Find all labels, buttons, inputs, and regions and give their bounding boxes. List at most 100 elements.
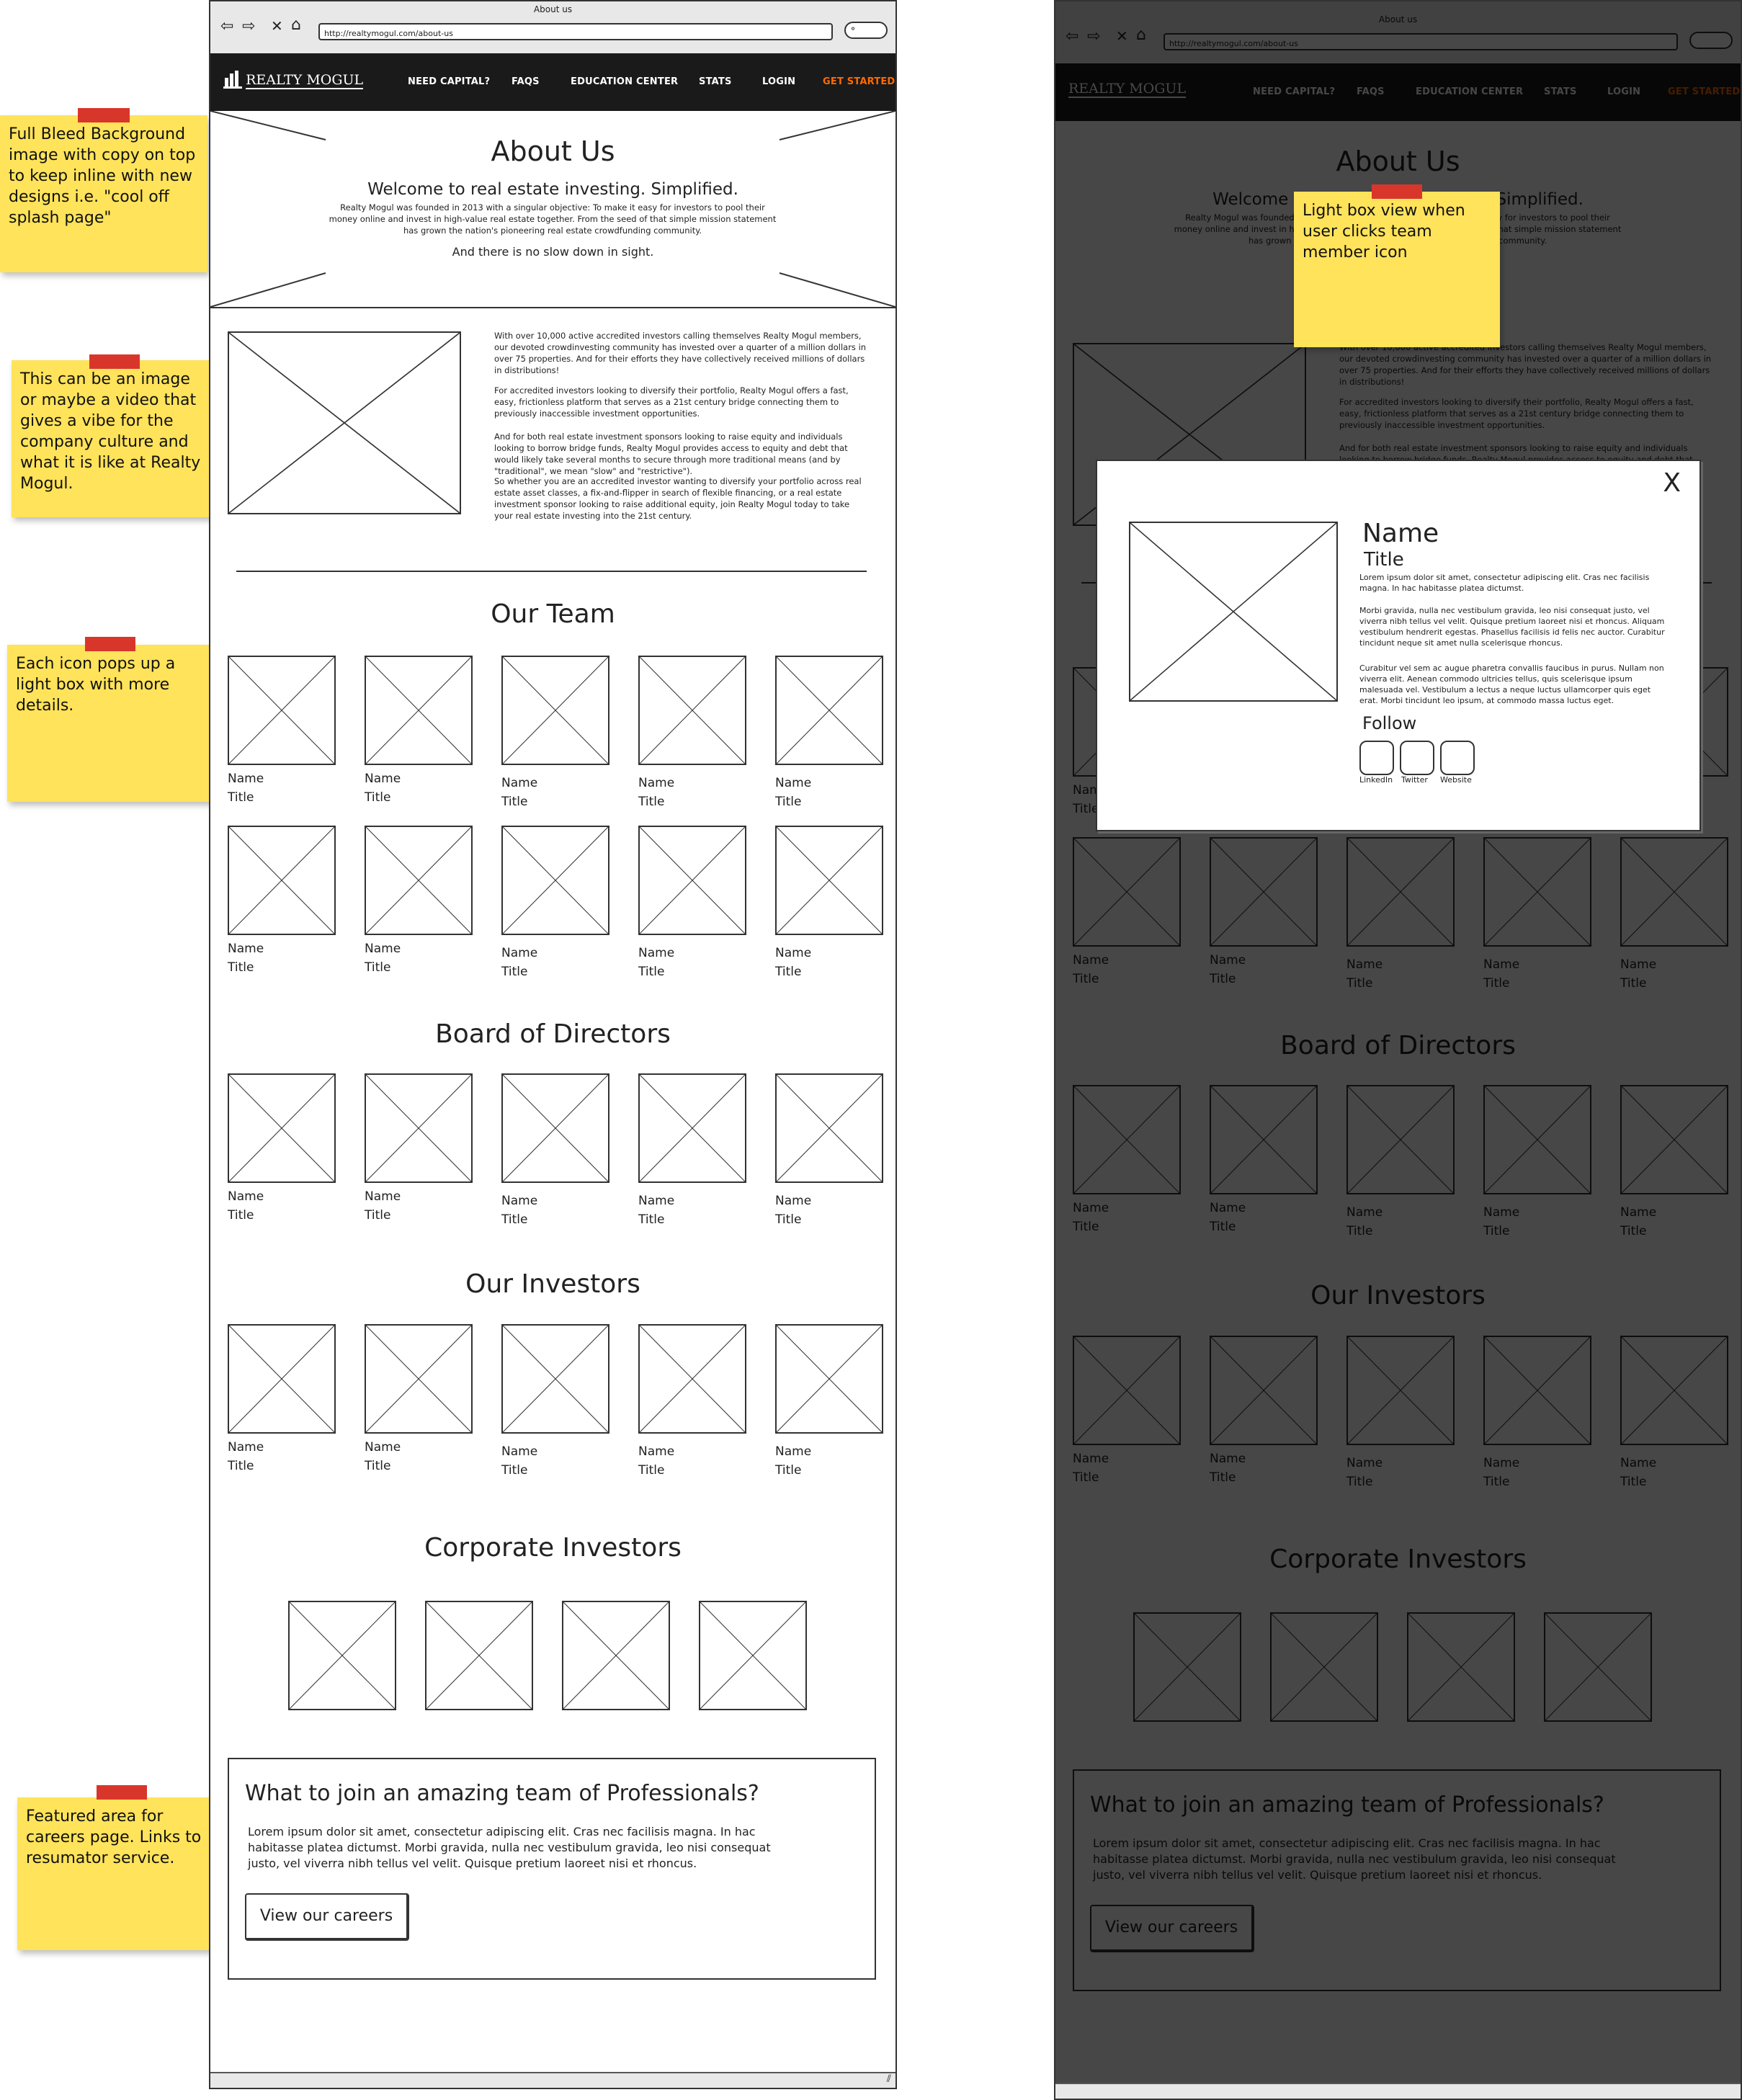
corporate-heading: Corporate Investors [424,1533,682,1563]
member-title: Title [501,1463,528,1478]
twitter-label: Twitter [1401,775,1428,785]
member-photo-placeholder[interactable] [638,826,746,935]
lightbox-name: Name [1362,519,1439,548]
corporate-logo-placeholder[interactable] [425,1601,533,1710]
back-icon[interactable]: ⇦ [220,17,233,35]
browser-chrome: About us ⇦ ⇨ ✕ ⌂ http://realtymogul.com/… [210,1,895,55]
view-careers-button[interactable]: View our careers [245,1893,409,1941]
member-card[interactable]: Name Title [775,656,883,814]
careers-body: Lorem ipsum dolor sit amet, consectetur … [248,1825,771,1870]
home-icon[interactable]: ⌂ [291,16,301,34]
member-photo-placeholder[interactable] [775,1324,883,1434]
corporate-logo-placeholder[interactable] [699,1601,807,1710]
member-card[interactable]: Name Title [501,1073,609,1232]
corporate-logo-placeholder[interactable] [562,1601,670,1710]
close-icon[interactable]: ✕ [271,17,283,35]
member-name: Name [638,1444,675,1459]
member-card[interactable]: Name Title [501,1324,609,1483]
member-title: Title [365,790,391,805]
member-photo-placeholder[interactable] [228,656,336,765]
member-title: Title [638,1463,665,1478]
member-card[interactable]: Name Title [365,1324,473,1483]
member-title: Title [775,1212,802,1227]
note-hero-background: Full Bleed Background image with copy on… [0,115,207,272]
nav-login[interactable]: LOGIN [762,76,795,87]
member-photo-placeholder[interactable] [365,826,473,935]
member-card[interactable]: Name Title [775,1324,883,1483]
member-photo-placeholder[interactable] [501,1324,609,1434]
lightbox-close-button[interactable]: X [1663,468,1681,498]
member-title: Title [501,795,528,809]
member-card[interactable]: Name Title [228,1324,336,1483]
member-name: Name [638,776,675,790]
member-photo-placeholder[interactable] [365,1324,473,1434]
member-card[interactable]: Name Title [365,656,473,814]
logo[interactable]: REALTY MOGUL [223,71,364,91]
status-bar [1055,2083,1741,2099]
member-card[interactable]: Name Title [638,656,746,814]
member-name: Name [501,1194,538,1208]
member-card[interactable]: Name Title [501,656,609,814]
lightbox-modal: X Name Title Lorem ipsum dolor sit amet,… [1096,460,1701,831]
member-photo-placeholder[interactable] [501,656,609,765]
member-card[interactable]: Name Title [638,826,746,984]
member-name: Name [228,1189,264,1204]
linkedin-icon[interactable] [1359,741,1394,775]
member-name: Name [775,946,812,960]
website-icon[interactable] [1440,741,1475,775]
member-photo-placeholder[interactable] [501,826,609,935]
member-card[interactable]: Name Title [638,1324,746,1483]
member-photo-placeholder[interactable] [638,1073,746,1183]
member-card[interactable]: Name Title [365,1073,473,1232]
member-photo-placeholder [1129,522,1338,702]
member-name: Name [365,1440,401,1455]
twitter-icon[interactable] [1400,741,1434,775]
member-photo-placeholder[interactable] [365,656,473,765]
member-photo-placeholder[interactable] [365,1073,473,1183]
nav-need-capital[interactable]: NEED CAPITAL? [408,76,490,87]
nav-education-center[interactable]: EDUCATION CENTER [571,76,678,87]
member-name: Name [775,1194,812,1208]
intro-paragraph-1: With over 10,000 active accredited inves… [494,331,867,375]
search-icon: ⚬ [849,24,857,34]
careers-heading: What to join an amazing team of Professi… [245,1781,759,1806]
member-title: Title [775,1463,802,1478]
board-heading: Board of Directors [435,1019,671,1049]
hero-subtitle: Welcome to real estate investing. Simpli… [367,180,738,199]
member-card[interactable]: Name Title [775,1073,883,1232]
member-card[interactable]: Name Title [365,826,473,984]
member-photo-placeholder[interactable] [638,656,746,765]
member-photo-placeholder[interactable] [228,1073,336,1183]
corporate-logo-placeholder[interactable] [288,1601,396,1710]
investors-heading: Our Investors [465,1269,640,1299]
member-card[interactable]: Name Title [638,1073,746,1232]
member-card[interactable]: Name Title [228,656,336,814]
careers-box: What to join an amazing team of Professi… [228,1758,876,1980]
member-photo-placeholder[interactable] [638,1324,746,1434]
status-bar: ⫽ [210,2072,895,2088]
search-box[interactable]: ⚬ [844,22,888,39]
member-card[interactable]: Name Title [501,826,609,984]
note-careers: Featured area for careers page. Links to… [17,1797,223,1950]
forward-icon[interactable]: ⇨ [242,17,255,35]
member-photo-placeholder[interactable] [228,1324,336,1434]
member-photo-placeholder[interactable] [775,1073,883,1183]
member-card[interactable]: Name Title [775,826,883,984]
member-photo-placeholder[interactable] [775,826,883,935]
address-bar[interactable]: http://realtymogul.com/about-us [318,23,833,40]
member-photo-placeholder[interactable] [228,826,336,935]
follow-heading: Follow [1362,713,1417,733]
hero-tagline: And there is no slow down in sight. [452,245,654,259]
member-photo-placeholder[interactable] [775,656,883,765]
nav-stats[interactable]: STATS [699,76,732,87]
address-bar-url: http://realtymogul.com/about-us [324,29,453,38]
member-name: Name [638,1194,675,1208]
member-photo-placeholder[interactable] [501,1073,609,1183]
nav-get-started[interactable]: GET STARTED [823,76,895,87]
member-card[interactable]: Name Title [228,1073,336,1232]
top-nav: REALTY MOGUL NEED CAPITAL? FAQS EDUCATIO… [210,53,895,111]
member-card[interactable]: Name Title [228,826,336,984]
resize-grip-icon[interactable]: ⫽ [887,2073,891,2085]
nav-faqs[interactable]: FAQS [512,76,540,87]
note-hero-background-text: Full Bleed Background image with copy on… [9,125,196,227]
